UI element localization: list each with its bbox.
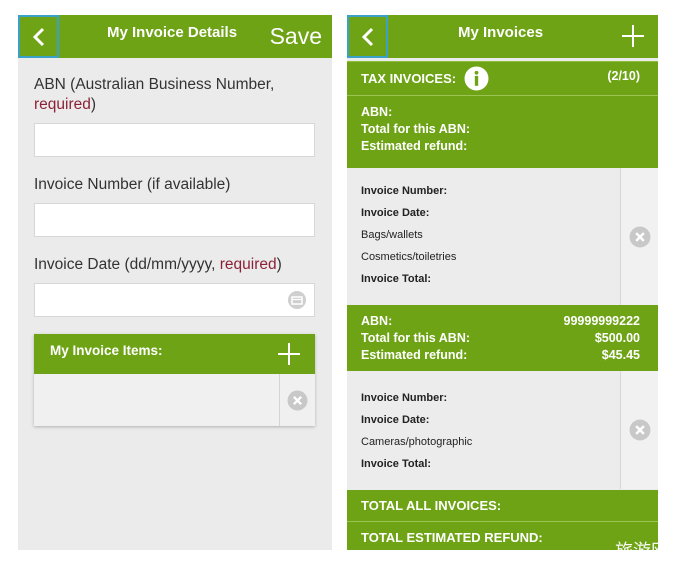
invoice-category: Cameras/photographic: [361, 436, 473, 448]
delete-item-button[interactable]: [279, 374, 315, 426]
estimated-refund-value: $45.45: [601, 348, 640, 362]
delete-invoice-button[interactable]: [620, 371, 658, 489]
invoice-number-label: Invoice Number:: [361, 185, 448, 197]
abn-label: ABN:: [361, 314, 393, 328]
back-button[interactable]: [18, 15, 59, 58]
delete-invoice-button[interactable]: [620, 168, 658, 305]
abn-value: 99999999222: [563, 314, 640, 328]
estimated-refund-label: Estimated refund:: [361, 139, 468, 153]
invoice-items-title: My Invoice Items:: [50, 343, 163, 358]
calendar-icon[interactable]: [287, 290, 307, 310]
required-marker: required: [34, 96, 91, 113]
estimated-refund-label: Estimated refund:: [361, 348, 468, 362]
invoice-card[interactable]: Invoice Number: Invoice Date: Bags/walle…: [347, 168, 658, 305]
total-estimated-refund: TOTAL ESTIMATED REFUND:: [347, 522, 658, 550]
abn-input[interactable]: [34, 123, 315, 157]
list-item[interactable]: [34, 374, 315, 426]
invoice-number-label: Invoice Number (if available): [34, 176, 231, 193]
my-invoices-header: My Invoices: [347, 15, 658, 58]
invoice-date-label: Invoice Date:: [361, 414, 430, 426]
chevron-left-icon: [361, 27, 373, 46]
watermark: 旅游网: [615, 541, 669, 562]
close-circle-icon: [287, 390, 308, 410]
close-circle-icon: [629, 419, 650, 441]
abn-summary: ABN: Total for this ABN: Estimated refun…: [347, 96, 658, 168]
invoice-items-card: My Invoice Items:: [34, 334, 315, 426]
invoice-date-label: Invoice Date (dd/mm/yyyy, required): [34, 256, 282, 273]
invoice-details-screen: My Invoice Details Save ABN (Australian …: [18, 15, 332, 550]
save-button[interactable]: Save: [270, 15, 322, 58]
tax-invoices-bar: TAX INVOICES: (2/10): [347, 61, 658, 95]
invoice-date-label: Invoice Date:: [361, 207, 430, 219]
invoice-count: (2/10): [607, 69, 640, 83]
abn-label: ABN (Australian Business Number, require…: [34, 76, 275, 113]
plus-icon: [622, 25, 644, 47]
total-all-invoices: TOTAL ALL INVOICES:: [347, 490, 658, 521]
my-invoices-screen: My Invoices TAX INVOICES: (2/10) ABN: To…: [347, 15, 658, 550]
required-marker: required: [219, 256, 277, 273]
invoice-number-input[interactable]: [34, 203, 315, 237]
back-button[interactable]: [347, 15, 388, 58]
abn-summary: ABN: 99999999222 Total for this ABN: $500.…: [347, 305, 658, 371]
invoice-category: Cosmetics/toiletries: [361, 251, 457, 263]
page-title: My Invoices: [458, 24, 544, 41]
close-circle-icon: [629, 226, 650, 247]
abn-label: ABN:: [361, 105, 393, 119]
info-icon[interactable]: [464, 66, 489, 91]
add-invoice-button[interactable]: [616, 19, 650, 53]
invoice-items-header: My Invoice Items:: [34, 334, 315, 374]
tax-invoices-label: TAX INVOICES:: [361, 71, 457, 86]
invoice-number-label: Invoice Number:: [361, 392, 448, 404]
chevron-left-icon: [32, 27, 44, 46]
abn-total-value: $500.00: [594, 331, 640, 345]
abn-total-label: Total for this ABN:: [361, 122, 471, 136]
invoice-category: Bags/wallets: [361, 229, 423, 241]
invoice-date-input[interactable]: [34, 283, 315, 317]
plus-icon: [278, 343, 300, 365]
invoice-total-label: Invoice Total:: [361, 273, 432, 285]
abn-total-label: Total for this ABN:: [361, 331, 471, 345]
invoice-total-label: Invoice Total:: [361, 458, 432, 470]
page-title: My Invoice Details: [107, 24, 238, 41]
invoice-card[interactable]: Invoice Number: Invoice Date: Cameras/ph…: [347, 371, 658, 489]
add-item-button[interactable]: [273, 338, 305, 370]
invoice-details-header: My Invoice Details Save: [18, 15, 332, 58]
